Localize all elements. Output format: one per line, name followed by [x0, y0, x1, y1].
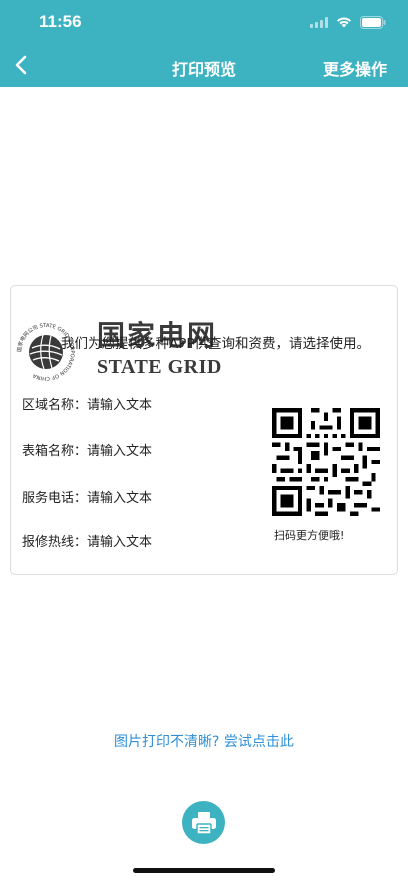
app-notice-text: 我们为您提供多种APP供查询和资费，请选择使用。	[61, 336, 371, 352]
info-label: 服务电话：	[22, 491, 88, 506]
signal-icon	[310, 16, 328, 28]
header: 11:56 打印预览 更多操作	[0, 0, 408, 87]
home-indicator	[133, 868, 275, 873]
print-button[interactable]	[182, 801, 225, 844]
status-time: 11:56	[39, 12, 82, 31]
printer-icon	[191, 811, 216, 835]
info-row-meter-box: 表箱名称：请输入文本	[22, 440, 152, 459]
nav-bar: 打印预览 更多操作	[0, 44, 408, 87]
label-preview-card: 国家电网公司 STATE GRID CORPORATION OF CHINA 国…	[10, 285, 398, 575]
status-icons	[310, 14, 386, 30]
info-value: 请输入文本	[87, 444, 153, 459]
info-label: 表箱名称：	[22, 444, 88, 459]
qr-caption: 扫码更方便哦!	[274, 529, 345, 542]
info-label: 报修热线：	[22, 535, 88, 550]
info-value: 请输入文本	[87, 398, 153, 413]
info-value: 请输入文本	[87, 535, 153, 550]
info-value: 请输入文本	[87, 491, 153, 506]
info-label: 区域名称：	[22, 398, 88, 413]
qr-code	[272, 408, 380, 516]
info-row-area: 区域名称：请输入文本	[22, 394, 152, 413]
brand-name-en: STATE GRID	[97, 356, 222, 378]
unclear-print-tip-link[interactable]: 图片打印不清晰? 尝试点击此	[0, 731, 408, 751]
battery-icon	[360, 15, 386, 29]
state-grid-logo: 国家电网公司 STATE GRID CORPORATION OF CHINA	[16, 323, 75, 381]
info-row-repair-hotline: 报修热线：请输入文本	[22, 531, 152, 550]
info-row-service-phone: 服务电话：请输入文本	[22, 487, 152, 506]
wifi-icon	[337, 17, 351, 28]
status-bar: 11:56	[0, 0, 408, 44]
more-actions-button[interactable]: 更多操作	[323, 56, 387, 80]
